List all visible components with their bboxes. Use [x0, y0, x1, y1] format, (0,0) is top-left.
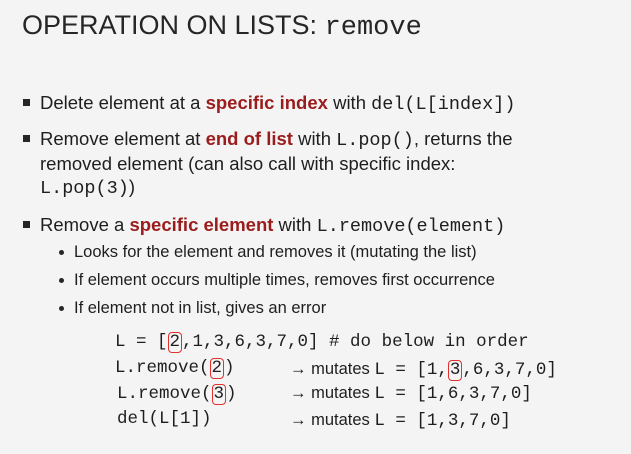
code-result-4: → mutates L = [1,3,7,0] [290, 408, 511, 432]
bullet-text: Remove element at [40, 128, 206, 149]
code-line-1: L = [2,1,3,6,3,7,0] # do below in order [115, 331, 529, 353]
bullet-text: with [273, 214, 317, 235]
arrow-text: → mutates [290, 411, 375, 429]
bullet-code: L.remove(element) [316, 216, 506, 237]
sub-bullet: If element occurs multiple times, remove… [58, 269, 495, 291]
bullet-text: with [327, 92, 372, 113]
bullet-code: L.pop(3) [40, 178, 129, 199]
bullet-text: ) [128, 176, 135, 197]
bullet-pop: Remove element at end of list with L.pop… [22, 127, 630, 200]
bullet-text: , returns the [413, 128, 513, 149]
bullet-text: Delete element at a [40, 92, 206, 113]
bullet-text: Remove a [40, 214, 130, 235]
code-result-2: → mutates L = [1, 3,6,3,7,0] [290, 357, 557, 381]
sub-bullet: If element not in list, gives an error [58, 297, 326, 319]
arrow-text: → mutates [290, 384, 375, 402]
highlight-box: 3 [211, 384, 227, 405]
code-text: L = [1,3,7,0] [374, 411, 511, 431]
highlight-box: 2 [209, 358, 225, 379]
code-result-3: → mutates L = [1,6,3,7,0] [290, 381, 532, 405]
bullet-text: removed element (can also call with spec… [40, 153, 456, 174]
sub-bullet: Looks for the element and removes it (mu… [58, 241, 477, 263]
code-text: ) [226, 384, 237, 404]
code-text: del(L[1]) [117, 409, 212, 429]
code-line-3: L.remove(3) [117, 383, 237, 405]
code-text: ) [224, 358, 235, 378]
highlight-box: 3 [447, 360, 463, 381]
code-text: L.remove( [117, 384, 212, 404]
bullet-code: L.pop() [336, 130, 414, 151]
code-text: L = [ [115, 332, 168, 352]
bullet-delete-index: Delete element at a specific index with … [22, 91, 630, 116]
slide-title: OPERATION ON LISTS: remove [22, 10, 422, 43]
code-text: ,6,3,7,0] [462, 360, 557, 380]
bullet-highlight: end of list [205, 128, 293, 149]
slide-title-text: OPERATION ON LISTS: [22, 10, 325, 40]
bullet-remove-element: Remove a specific element with L.remove(… [22, 213, 630, 238]
code-text: L.remove( [115, 358, 210, 378]
bullet-highlight: specific element [129, 214, 274, 235]
bullet-code: del(L[index]) [371, 94, 516, 115]
arrow-text: → mutates [290, 360, 375, 378]
code-text: L = [1,6,3,7,0] [374, 384, 532, 404]
code-line-2: L.remove(2) [115, 357, 235, 379]
code-line-4: del(L[1]) [117, 408, 212, 430]
highlight-box: 2 [167, 332, 183, 353]
code-text: ,1,3,6,3,7,0] # do below in order [182, 332, 529, 352]
bullet-highlight: specific index [205, 92, 328, 113]
bullet-text: with [292, 128, 337, 149]
slide-title-code: remove [324, 13, 422, 43]
code-text: L = [1, [374, 360, 448, 380]
